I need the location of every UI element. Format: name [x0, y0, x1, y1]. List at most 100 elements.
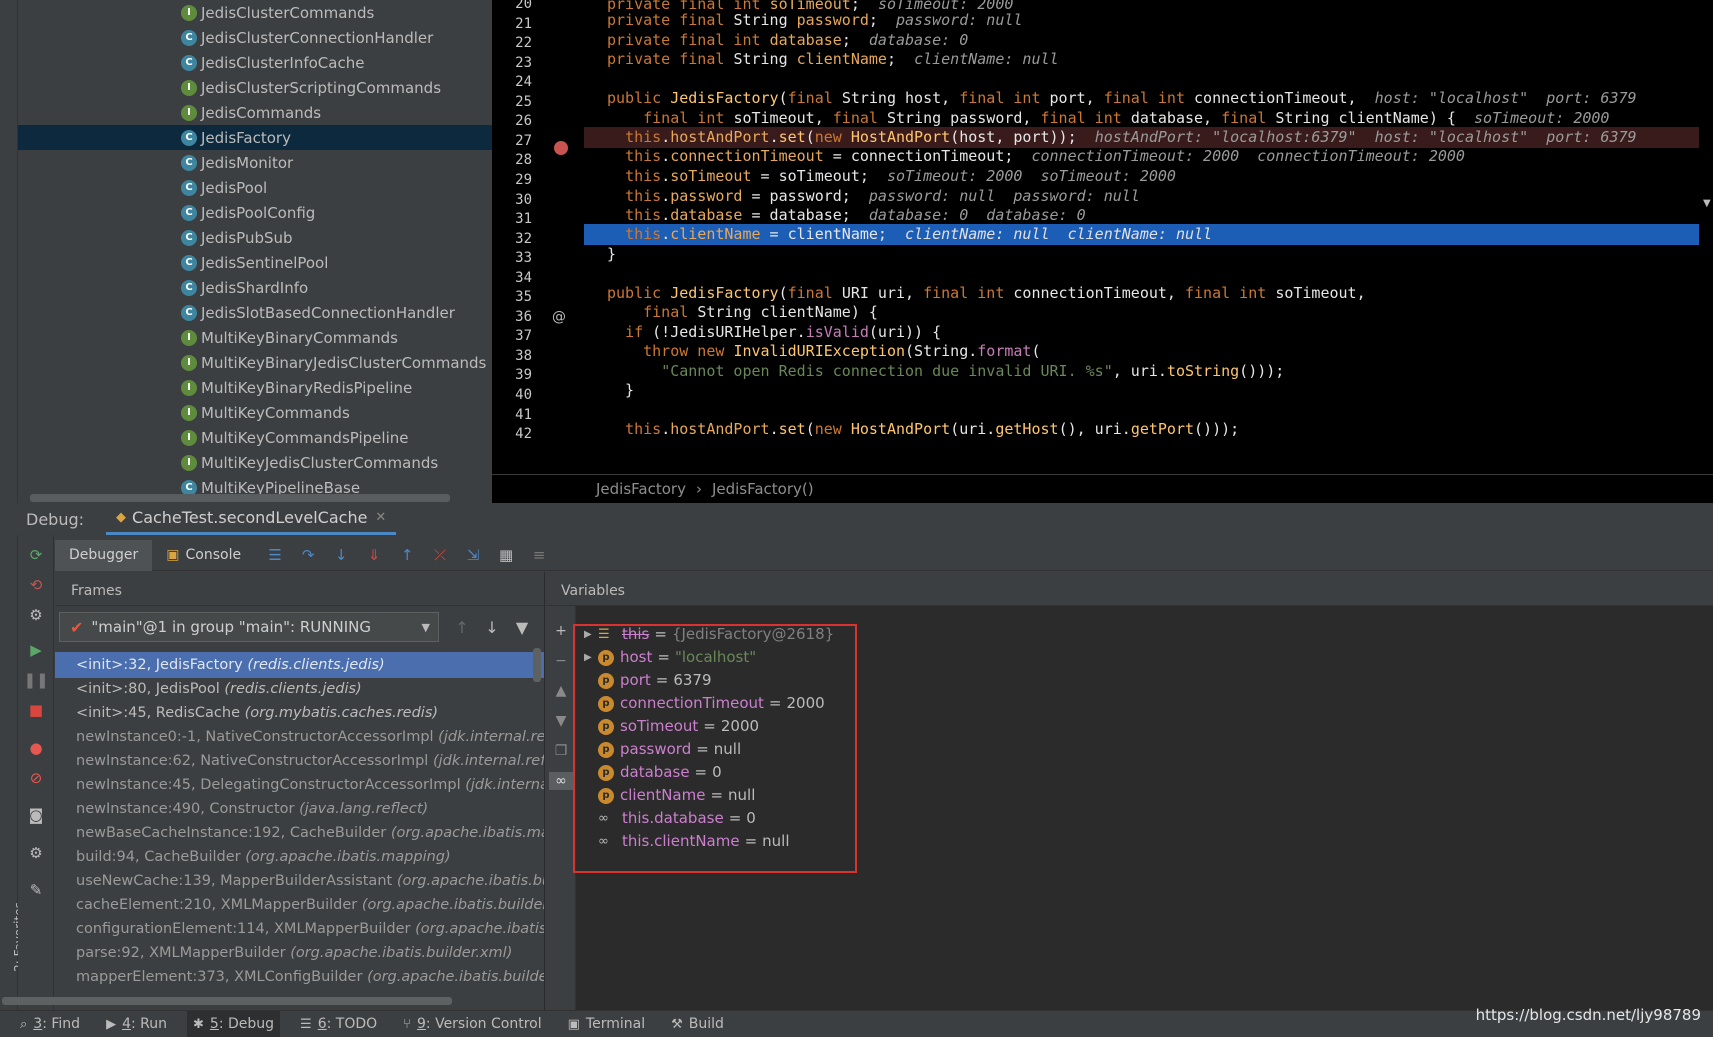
- stack-frame[interactable]: newInstance:45, DelegatingConstructorAcc…: [55, 772, 544, 798]
- thread-selector[interactable]: ✔ "main"@1 in group "main": RUNNING ▼: [59, 612, 439, 642]
- variable-row[interactable]: ∞ this.database = 0: [584, 806, 756, 831]
- stack-frame[interactable]: <init>:32, JedisFactory (redis.clients.j…: [55, 652, 544, 678]
- variable-row[interactable]: p password = null: [584, 737, 741, 762]
- variable-row[interactable]: ∞ this.clientName = null: [584, 829, 790, 854]
- stack-frame[interactable]: newInstance:490, Constructor (java.lang.…: [55, 796, 544, 822]
- copy-icon[interactable]: ❐: [552, 742, 570, 760]
- expand-arrow-icon[interactable]: ▶: [584, 622, 598, 647]
- tree-item[interactable]: I MultiKeyCommands: [18, 400, 492, 425]
- pause-icon[interactable]: ❚❚: [23, 670, 48, 690]
- force-step-into-icon[interactable]: ⇓: [361, 542, 387, 568]
- run-to-cursor-icon[interactable]: ⇲: [460, 542, 486, 568]
- tree-item[interactable]: C JedisPubSub: [18, 225, 492, 250]
- tree-item[interactable]: C JedisClusterConnectionHandler: [18, 25, 492, 50]
- tool-tab-terminal[interactable]: ▣ Terminal: [562, 1011, 651, 1037]
- tree-item[interactable]: I JedisCommands: [18, 100, 492, 125]
- step-over-icon[interactable]: ↷: [295, 542, 321, 568]
- stack-frame[interactable]: newInstance:62, NativeConstructorAccesso…: [55, 748, 544, 774]
- tree-horizontal-scrollbar[interactable]: [30, 494, 450, 502]
- debug-session-tab[interactable]: ◆ CacheTest.secondLevelCache ✕: [106, 503, 397, 535]
- tree-item[interactable]: I JedisClusterScriptingCommands: [18, 75, 492, 100]
- tree-item[interactable]: C JedisPoolConfig: [18, 200, 492, 225]
- tree-item[interactable]: I MultiKeyBinaryRedisPipeline: [18, 375, 492, 400]
- tab-debugger[interactable]: Debugger: [55, 539, 153, 571]
- stack-frame[interactable]: useNewCache:139, MapperBuilderAssistant …: [55, 868, 544, 894]
- tree-item[interactable]: I MultiKeyCommandsPipeline: [18, 425, 492, 450]
- tool-tab-todo[interactable]: ☰ 6: TODO: [294, 1011, 383, 1037]
- variable-row[interactable]: p clientName = null: [584, 783, 755, 808]
- breadcrumb[interactable]: JedisFactory › JedisFactory(): [492, 474, 1713, 503]
- stack-frame[interactable]: <init>:80, JedisPool (redis.clients.jedi…: [55, 676, 544, 702]
- tool-tab-vcs[interactable]: ⑂ 9: Version Control: [397, 1011, 547, 1037]
- tree-item[interactable]: C JedisClusterInfoCache: [18, 50, 492, 75]
- breadcrumb-method[interactable]: JedisFactory(): [712, 480, 814, 498]
- editor-gutter[interactable]: 20 21 22 23 24 25 26 27 28 29 30 31 32 33 34 35 36 37 38 39…: [492, 0, 583, 474]
- arrow-up-icon[interactable]: ↑: [451, 616, 473, 638]
- tree-item[interactable]: C JedisSlotBasedConnectionHandler: [18, 300, 492, 325]
- tree-item[interactable]: C JedisSentinelPool: [18, 250, 492, 275]
- restore-layout-icon[interactable]: ⚙: [26, 605, 46, 625]
- filter-icon[interactable]: ▼: [511, 616, 533, 638]
- tree-item[interactable]: I JedisClusterCommands: [18, 0, 492, 25]
- build-icon: ⚒: [671, 1016, 683, 1032]
- frames-horizontal-scrollbar[interactable]: [2, 997, 452, 1005]
- drop-frame-icon[interactable]: ⤫: [427, 542, 453, 568]
- variable-row[interactable]: p soTimeout = 2000: [584, 714, 759, 739]
- move-up-icon[interactable]: ▲: [552, 682, 570, 700]
- show-execution-point-icon[interactable]: ☰: [262, 542, 288, 568]
- pin-icon[interactable]: ✎: [26, 880, 46, 900]
- stack-frame[interactable]: build:94, CacheBuilder (org.apache.ibati…: [55, 844, 544, 870]
- trace-icon[interactable]: ≡: [526, 542, 552, 568]
- step-out-icon[interactable]: ↑: [394, 542, 420, 568]
- stack-frame[interactable]: <init>:45, RedisCache (org.mybatis.cache…: [55, 700, 544, 726]
- project-tree[interactable]: I JedisClusterCommands C JedisClusterConnec…: [18, 0, 492, 503]
- variable-row[interactable]: ▶ p host = "localhost": [584, 645, 756, 670]
- tool-tab-run[interactable]: ▶ 4: Run: [100, 1011, 173, 1037]
- rerun-icon[interactable]: ⟳: [26, 545, 46, 565]
- expand-arrow-icon[interactable]: ▶: [584, 645, 598, 670]
- move-down-icon[interactable]: ▼: [552, 712, 570, 730]
- editor-scrollbar[interactable]: ▼: [1699, 0, 1713, 474]
- line-number: 23: [515, 54, 532, 71]
- stack-frame[interactable]: parse:92, XMLMapperBuilder (org.apache.i…: [55, 940, 544, 966]
- arrow-down-icon[interactable]: ↓: [481, 616, 503, 638]
- tree-item[interactable]: I MultiKeyBinaryJedisClusterCommands: [18, 350, 492, 375]
- line-number: 30: [515, 191, 532, 208]
- tree-item[interactable]: C JedisShardInfo: [18, 275, 492, 300]
- view-breakpoints-icon[interactable]: ●: [26, 738, 46, 758]
- tool-tab-search[interactable]: ⌕ 3: Find: [14, 1011, 86, 1037]
- tree-item[interactable]: C JedisMonitor: [18, 150, 492, 175]
- show-watches-icon[interactable]: ∞: [549, 772, 573, 790]
- tree-item[interactable]: C JedisFactory: [18, 125, 492, 150]
- breadcrumb-class[interactable]: JedisFactory: [596, 480, 686, 498]
- stack-frame[interactable]: newBaseCacheInstance:192, CacheBuilder (…: [55, 820, 544, 846]
- stack-frame[interactable]: cacheElement:210, XMLMapperBuilder (org.…: [55, 892, 544, 918]
- code-editor[interactable]: 20 21 22 23 24 25 26 27 28 29 30 31 32 33 34 35 36 37 38 39…: [492, 0, 1713, 474]
- tool-tab-build[interactable]: ⚒ Build: [665, 1011, 730, 1037]
- mute-breakpoints-icon[interactable]: ⊘: [26, 768, 46, 788]
- remove-watch-icon[interactable]: −: [552, 652, 570, 670]
- resume-icon[interactable]: ▶: [26, 640, 46, 660]
- tree-item[interactable]: I MultiKeyJedisClusterCommands: [18, 450, 492, 475]
- stop-icon[interactable]: ■: [26, 700, 46, 720]
- rerun-failed-icon[interactable]: ⟲: [26, 575, 46, 595]
- step-into-icon[interactable]: ↓: [328, 542, 354, 568]
- settings-icon[interactable]: ⚙: [26, 843, 46, 863]
- tab-console[interactable]: ▣ Console: [152, 540, 255, 571]
- variable-row[interactable]: p database = 0: [584, 760, 722, 785]
- camera-icon[interactable]: ◙: [26, 805, 46, 825]
- evaluate-expression-icon[interactable]: ▦: [493, 542, 519, 568]
- stack-frame[interactable]: configurationElement:114, XMLMapperBuild…: [55, 916, 544, 942]
- variable-row[interactable]: p connectionTimeout = 2000: [584, 691, 825, 716]
- add-watch-icon[interactable]: +: [552, 622, 570, 640]
- close-icon[interactable]: ✕: [375, 510, 386, 525]
- stack-frame[interactable]: newInstance0:-1, NativeConstructorAccess…: [55, 724, 544, 750]
- frames-scrollbar[interactable]: [533, 648, 541, 682]
- tree-item[interactable]: I MultiKeyBinaryCommands: [18, 325, 492, 350]
- tree-item[interactable]: C JedisPool: [18, 175, 492, 200]
- tool-tab-debug[interactable]: ✱ 5: Debug: [187, 1010, 281, 1037]
- variable-row[interactable]: ▶ ☰ this = {JedisFactory@2618}: [584, 622, 834, 647]
- stack-frame[interactable]: mapperElement:373, XMLConfigBuilder (org…: [55, 964, 544, 990]
- variable-row[interactable]: p port = 6379: [584, 668, 712, 693]
- breakpoint-icon[interactable]: [554, 141, 568, 155]
